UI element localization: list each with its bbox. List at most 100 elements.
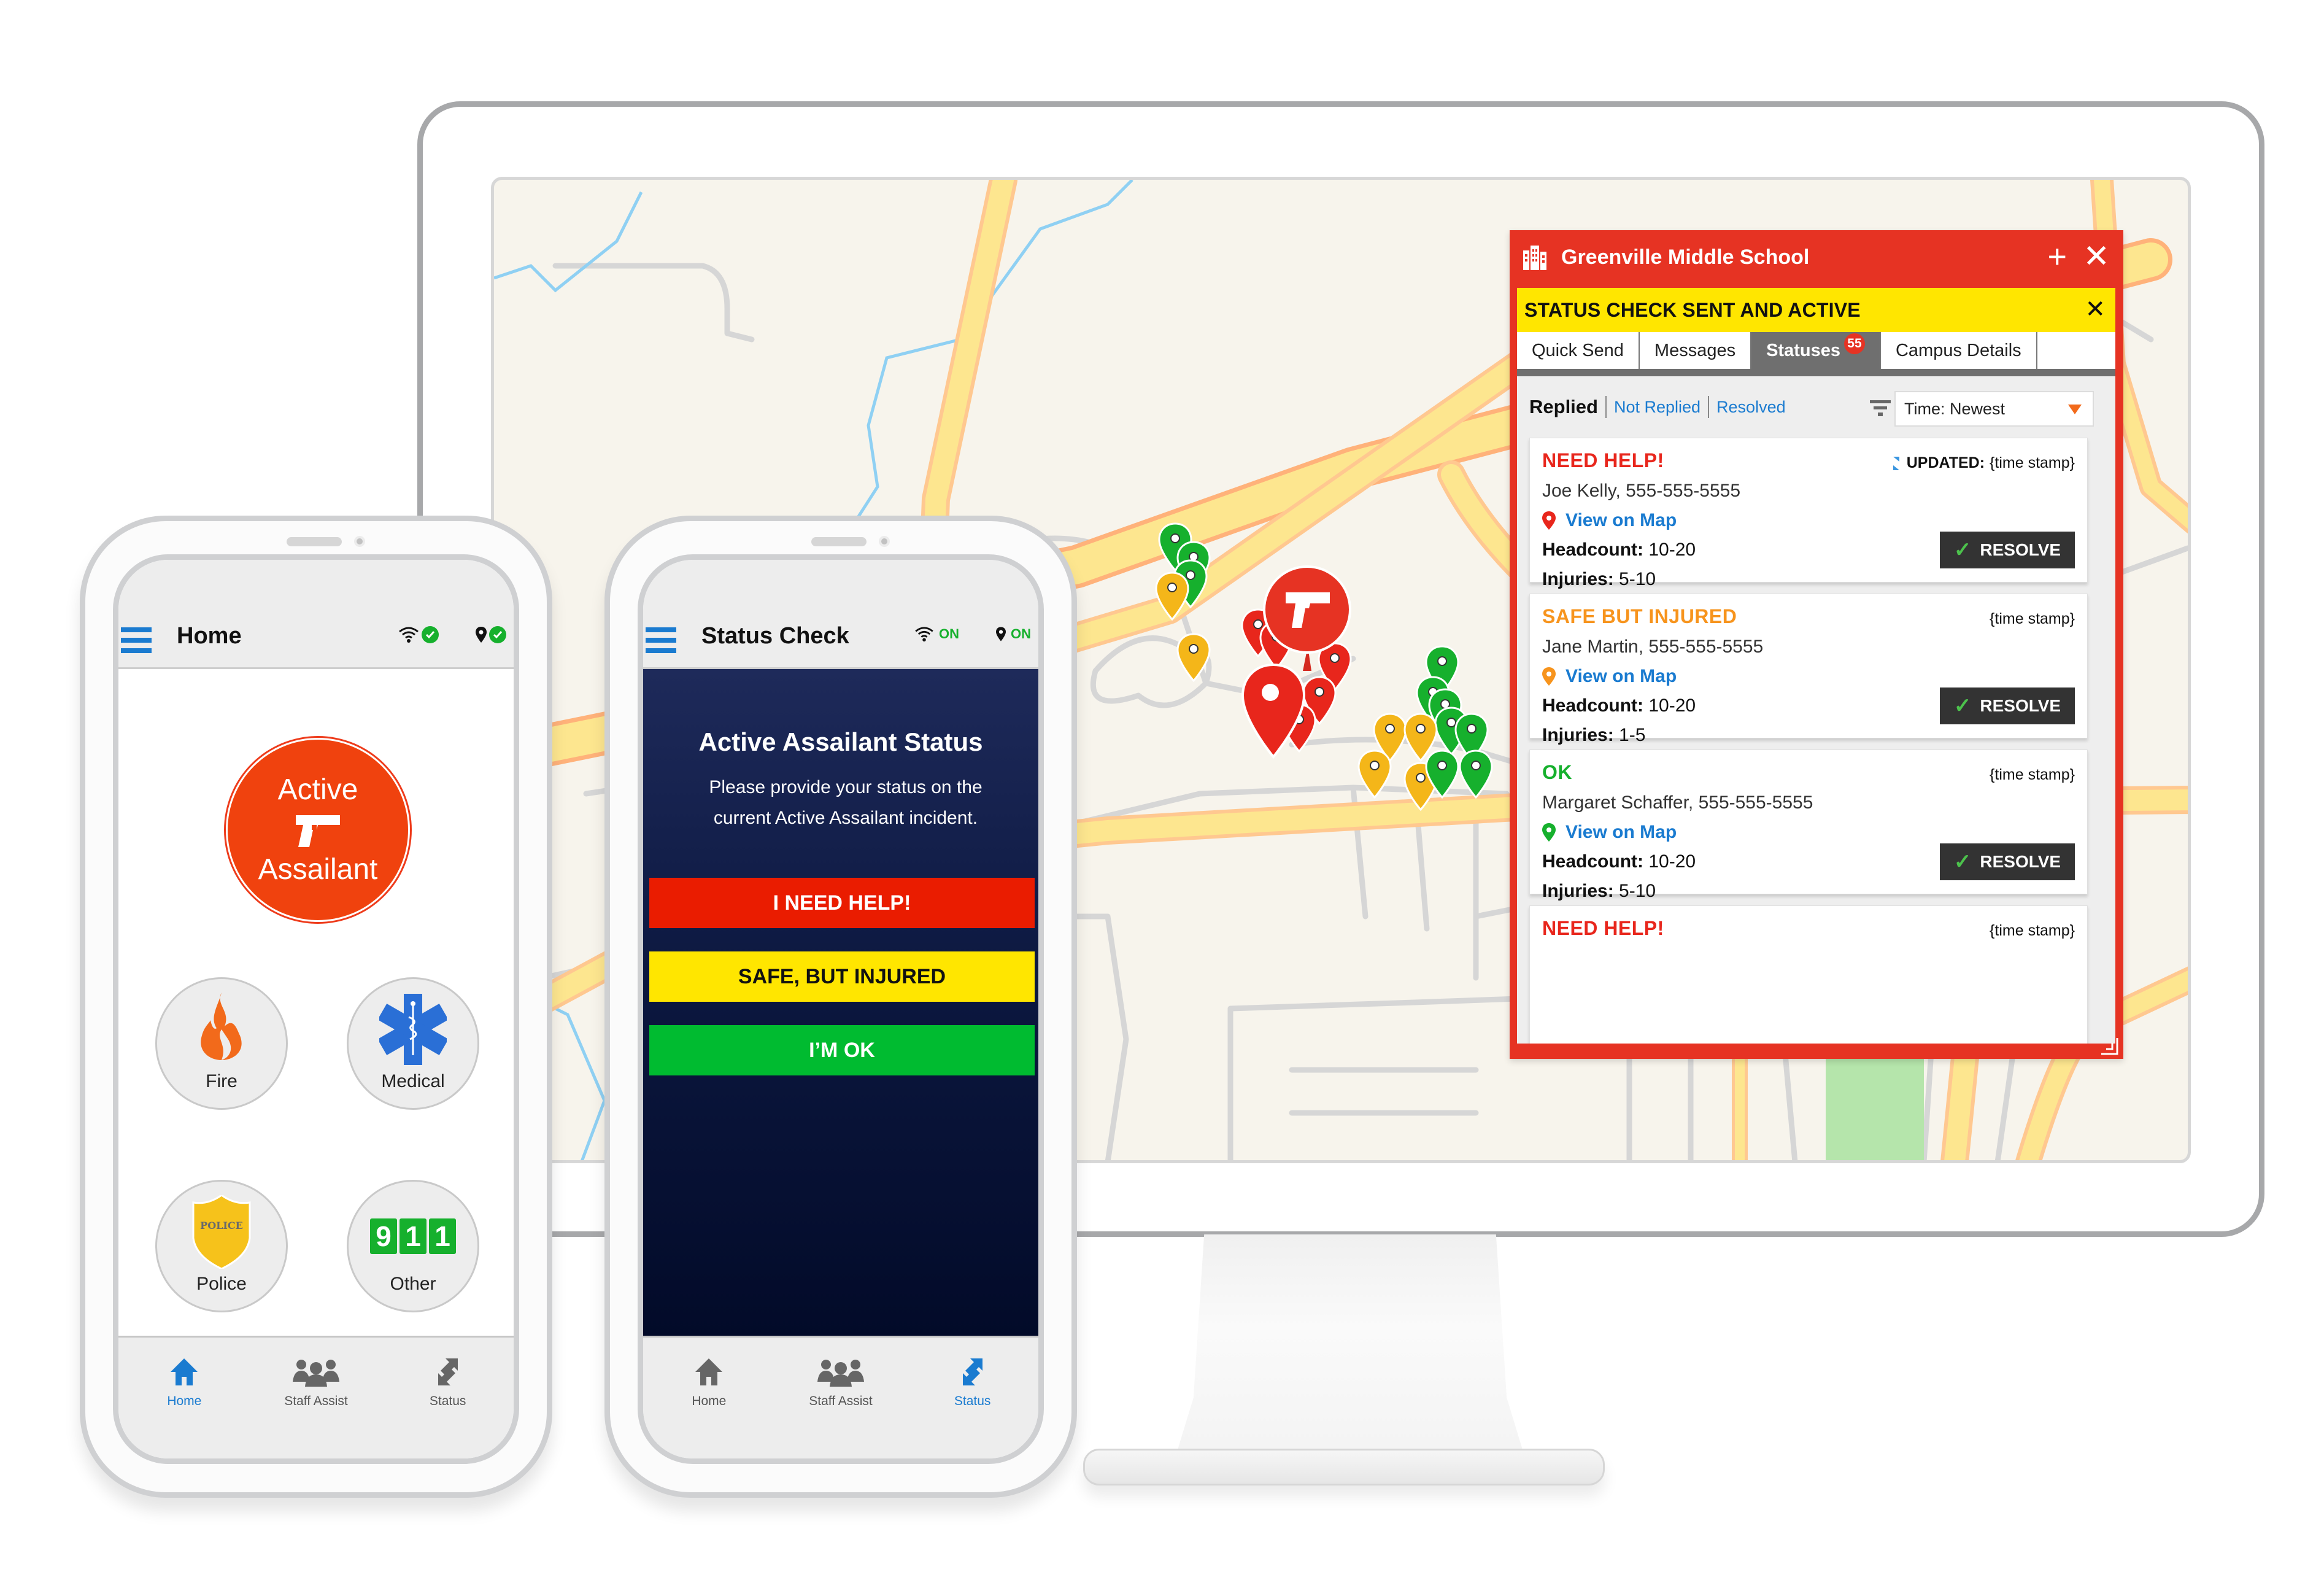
resize-handle-icon[interactable] [2099,1036,2120,1056]
tab-label: Messages [1654,340,1736,360]
filter-resolved[interactable]: Resolved [1716,398,1786,417]
check-icon: ✓ [1953,694,1972,718]
card-timestamp: {time stamp} [1990,610,2075,627]
map-pin-dot [1416,773,1426,783]
tab-staff-assist[interactable]: Staff Assist [786,1357,896,1458]
add-button[interactable]: + [2047,240,2067,273]
view-on-map-link[interactable]: View on Map [1542,510,2075,531]
contact-name: Jane Martin, 555-555-5555 [1542,637,1764,657]
view-on-map-link[interactable]: View on Map [1542,666,2075,687]
map-pin-dot [1437,761,1447,770]
status-arrows-icon [962,1358,982,1385]
updated-label: UPDATED: [1906,454,1985,471]
tab-statuses[interactable]: Statuses 55 [1751,332,1881,369]
filter-not-replied[interactable]: Not Replied [1614,398,1701,417]
map-pin-dot [1314,687,1324,697]
tab-staff-assist[interactable]: Staff Assist [261,1357,371,1458]
medical-button[interactable]: Medical [347,977,479,1110]
connection-status [398,626,506,643]
statuses-list[interactable]: Replied Not Replied Resolved Time: Newes… [1517,376,2115,1044]
tab-status[interactable]: Status [917,1357,1028,1458]
contact-name: Margaret Schaffer, 555-555-5555 [1542,792,1813,813]
status-check-screen: Status Check ON ON Active Assailant Stat… [638,554,1044,1464]
tab-messages[interactable]: Messages [1640,332,1752,369]
tab-label: Quick Send [1532,340,1624,360]
tab-home[interactable]: Home [654,1357,764,1458]
location-status-label: ON [1011,626,1031,641]
banner-text: STATUS CHECK SENT AND ACTIVE [1524,298,1861,321]
panel-header: Greenville Middle School + ✕ [1510,230,2123,284]
building-icon [1523,246,1546,270]
other-button[interactable]: 9 1 1 Other [347,1180,479,1312]
svg-text:POLICE: POLICE [200,1220,243,1231]
wifi-icon [399,627,419,643]
filter-replied[interactable]: Replied [1529,396,1598,418]
resolve-button[interactable]: ✓ RESOLVE [1940,532,2075,568]
need-help-button[interactable]: I NEED HELP! [649,878,1035,928]
tab-status[interactable]: Status [393,1357,503,1458]
divider [1708,396,1710,418]
injuries: Injuries: 1-5 [1542,725,1646,745]
phone-camera [354,536,365,547]
filter-icon[interactable] [1870,399,1891,417]
resolve-button[interactable]: ✓ RESOLVE [1940,687,2075,724]
monitor-stand-base [1083,1449,1605,1485]
wifi-check-icon [422,626,439,643]
home-icon [171,1358,198,1385]
location-check-icon [489,626,506,643]
tab-label: Statuses [1766,340,1840,360]
sort-dropdown[interactable]: Time: Newest [1894,391,2094,427]
map-pin-dot [1330,653,1340,663]
tab-label: Staff Assist [284,1394,348,1408]
tab-label: Home [692,1394,727,1408]
fire-icon [201,993,242,1060]
status-card: OK {time stamp} Margaret Schaffer, 555-5… [1529,749,2088,901]
police-button[interactable]: POLICE Police [155,1180,288,1312]
star-of-life-icon [379,994,447,1065]
safe-but-injured-button[interactable]: SAFE, BUT INJURED [649,951,1035,1002]
home-icon [695,1358,723,1385]
close-panel-button[interactable]: ✕ [2083,241,2110,273]
map-pin-dot [1253,619,1263,629]
tab-label: Status [954,1394,991,1408]
resolve-button[interactable]: ✓ RESOLVE [1940,843,2075,880]
menu-icon[interactable] [646,627,676,653]
menu-icon[interactable] [121,627,152,653]
injuries: Injuries: 5-10 [1542,881,1656,901]
check-icon: ✓ [1953,538,1972,562]
view-on-map-link[interactable]: View on Map [1542,822,2075,843]
status-description: Please provide your status on the curren… [709,777,982,828]
im-ok-button[interactable]: I’M OK [649,1025,1035,1075]
page-title: Status Check [701,623,849,649]
other-label: Other [390,1274,436,1294]
map-pin-dot [1446,718,1456,727]
tab-quick-send[interactable]: Quick Send [1517,332,1640,369]
status-card: NEED HELP! UPDATED: {time stamp} Joe Kel… [1529,438,2088,589]
fire-label: Fire [206,1071,237,1091]
connection-status: ON ON [914,626,1031,642]
tab-campus-details[interactable]: Campus Details [1881,332,2037,369]
status-card: SAFE BUT INJURED {time stamp} Jane Marti… [1529,594,2088,745]
injuries: Injuries: 5-10 [1542,569,1656,589]
fire-button[interactable]: Fire [155,977,288,1110]
phone-home: Home Active Assailant Fire Medical POLIC… [80,516,552,1498]
panel-tabs: Quick Send Messages Statuses 55 Campus D… [1517,332,2115,376]
police-label: Police [196,1274,247,1294]
park-area [1826,1052,1924,1160]
police-badge-icon: POLICE [192,1195,251,1269]
card-timestamp: {time stamp} [1990,922,2075,939]
bottom-tab-bar: Home Staff Assist Status [643,1336,1038,1458]
updated-icon [1893,456,1899,470]
location-icon [996,627,1006,641]
tab-home[interactable]: Home [129,1357,239,1458]
active-assailant-button[interactable]: Active Assailant [226,738,410,922]
map-pin-icon [1542,823,1556,842]
911-icon: 9 1 1 [370,1218,456,1254]
tab-empty [2037,332,2115,369]
map-pin-dot [1167,583,1177,592]
banner-close-button[interactable]: ✕ [2085,295,2106,323]
contact-name: Joe Kelly, 555-555-5555 [1542,481,1740,501]
medical-label: Medical [381,1071,445,1091]
map-pin-dot [1385,724,1395,734]
location-icon [476,627,487,643]
